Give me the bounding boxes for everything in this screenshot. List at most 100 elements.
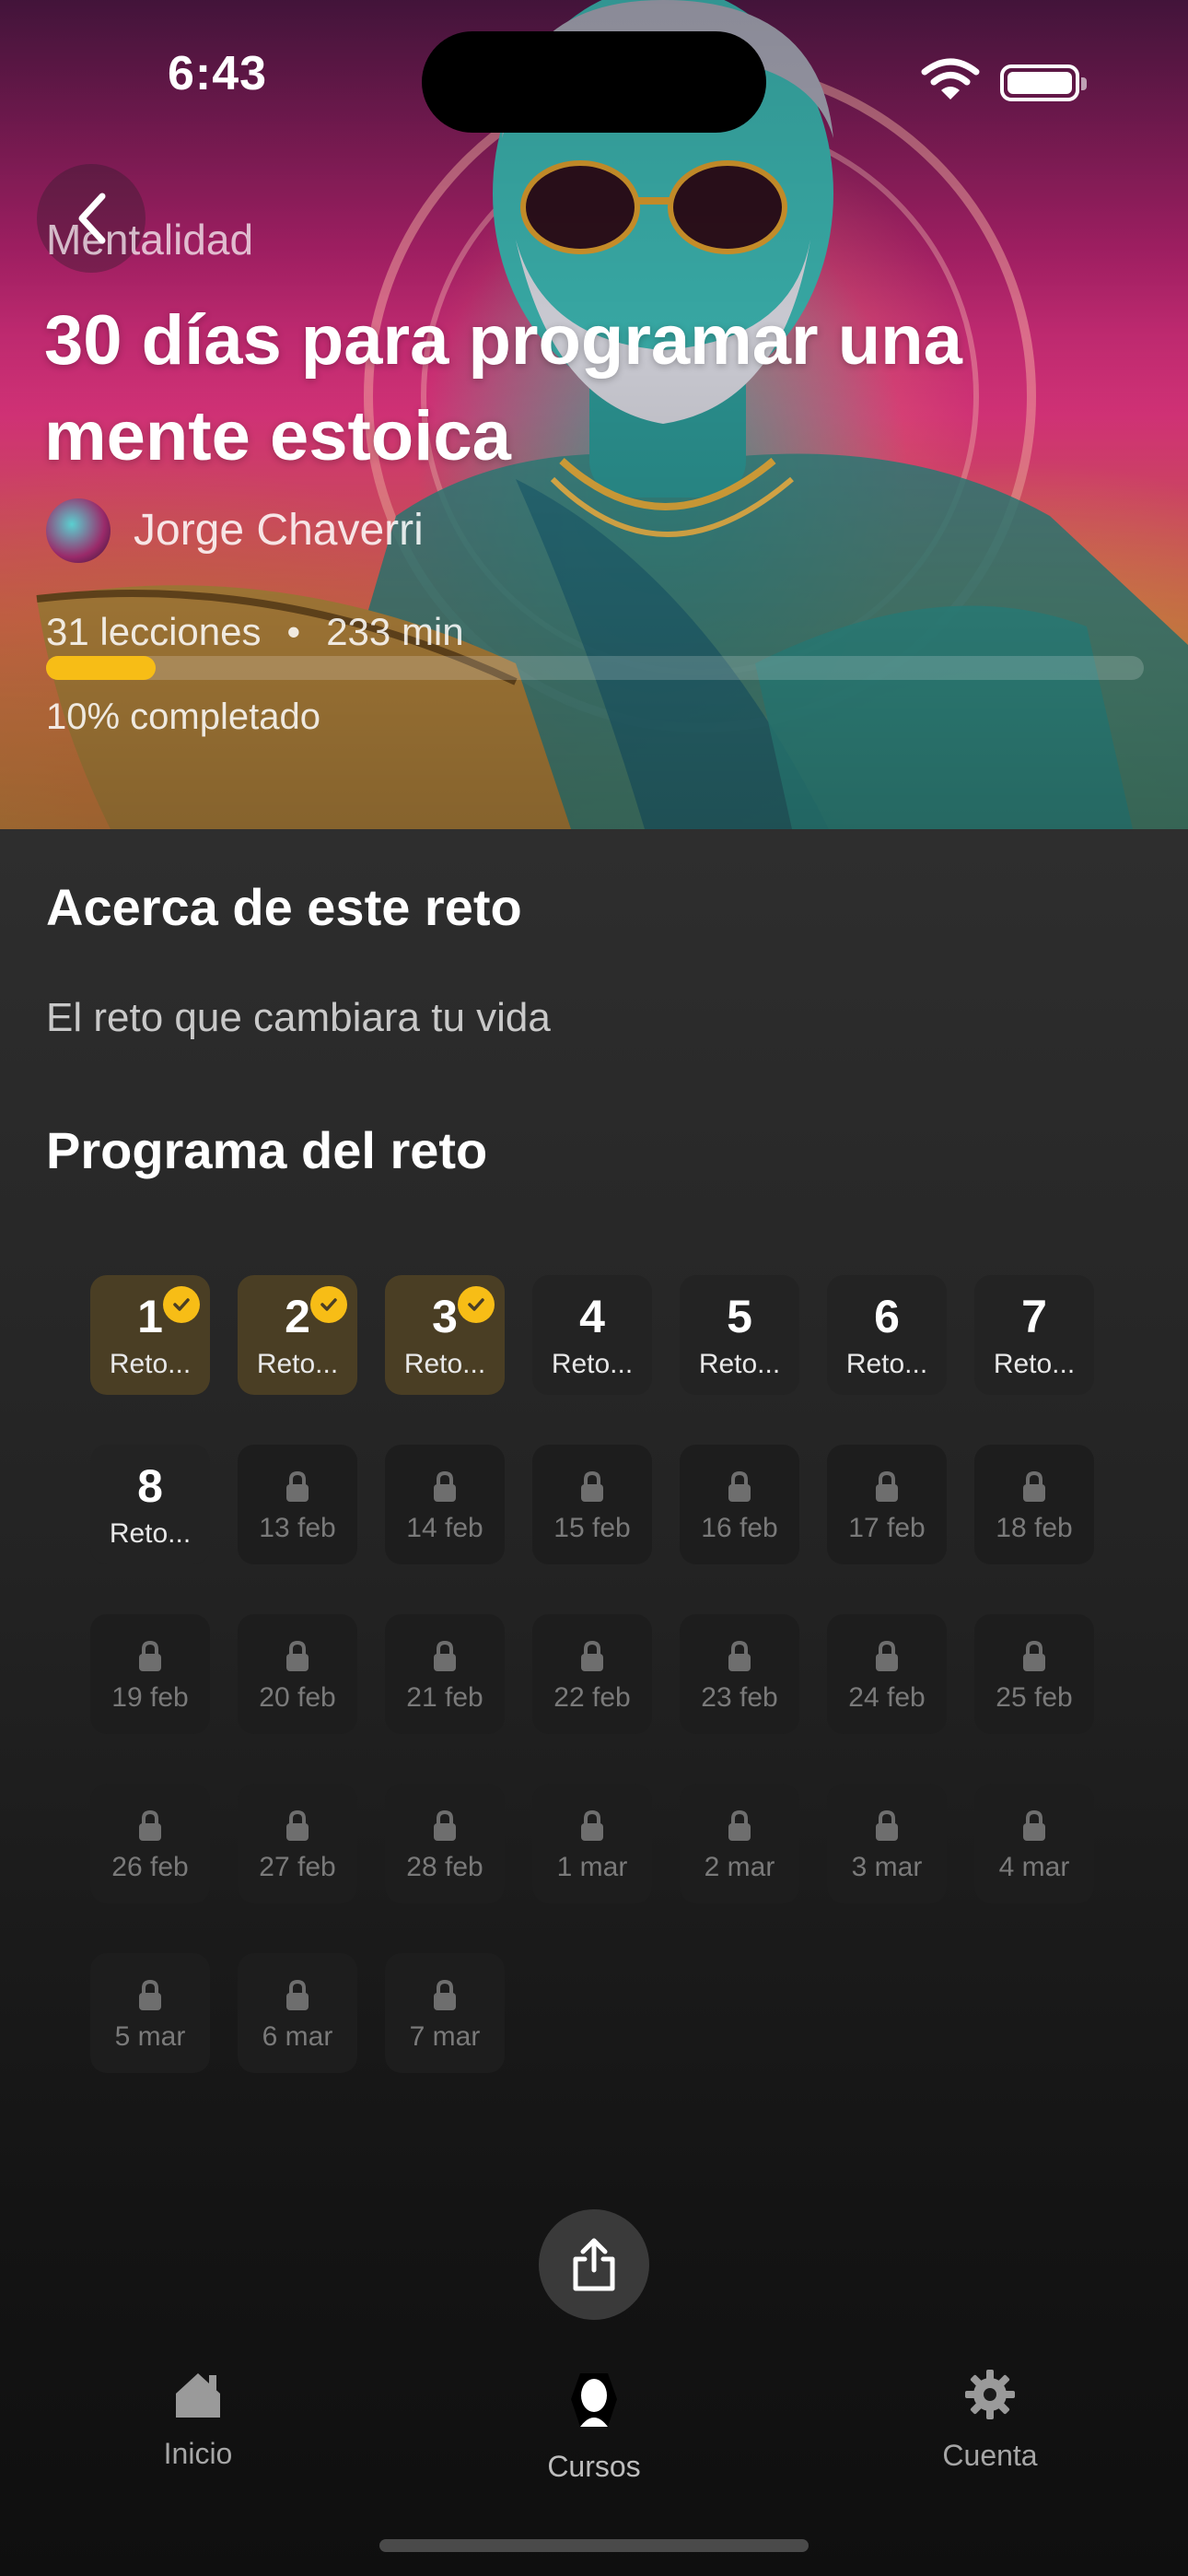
- gear-icon: [965, 2370, 1015, 2419]
- day-date: 23 feb: [701, 1682, 778, 1713]
- lock-icon: [434, 1809, 456, 1841]
- day-tile[interactable]: 2 Reto...: [238, 1275, 357, 1395]
- hero-banner: 6:43 Mentalidad 30 días para programar u…: [0, 0, 1188, 829]
- wifi-icon: [921, 58, 980, 100]
- day-date: 5 mar: [114, 2021, 186, 2052]
- lock-icon: [581, 1640, 603, 1671]
- day-date: 6 mar: [262, 2021, 333, 2052]
- day-date: 21 feb: [406, 1682, 483, 1713]
- tab-cursos[interactable]: Cursos: [474, 2368, 714, 2484]
- day-label: Reto...: [403, 1349, 486, 1379]
- day-label: Reto...: [698, 1349, 781, 1379]
- day-tile: 13 feb: [238, 1445, 357, 1564]
- lock-icon: [434, 1640, 456, 1671]
- day-number: 8: [137, 1460, 163, 1512]
- day-tile: 4 mar: [974, 1784, 1094, 1903]
- day-tile[interactable]: 8 Reto...: [90, 1445, 210, 1564]
- author-avatar: [46, 498, 111, 563]
- stoic-head-icon: [571, 2373, 617, 2427]
- tab-inicio[interactable]: Inicio: [78, 2368, 318, 2471]
- day-number: 6: [874, 1291, 900, 1342]
- course-category: Mentalidad: [46, 216, 254, 263]
- check-icon: [310, 1286, 347, 1323]
- lock-icon: [139, 1809, 161, 1841]
- tab-label-inicio: Inicio: [163, 2437, 233, 2470]
- day-tile[interactable]: 4 Reto...: [532, 1275, 652, 1395]
- day-tile[interactable]: 6 Reto...: [827, 1275, 947, 1395]
- home-icon: [176, 2373, 220, 2418]
- lock-icon: [434, 1979, 456, 2010]
- day-tile: 14 feb: [385, 1445, 505, 1564]
- day-tile: 16 feb: [680, 1445, 799, 1564]
- day-tile: 1 mar: [532, 1784, 652, 1903]
- day-tile: 3 mar: [827, 1784, 947, 1903]
- tab-label-cuenta: Cuenta: [942, 2439, 1038, 2472]
- day-number: 5: [727, 1291, 752, 1342]
- day-tile: 22 feb: [532, 1614, 652, 1734]
- day-tile: 25 feb: [974, 1614, 1094, 1734]
- lock-icon: [728, 1640, 751, 1671]
- lock-icon: [728, 1470, 751, 1502]
- home-indicator: [379, 2539, 809, 2552]
- lock-icon: [1023, 1809, 1045, 1841]
- day-date: 13 feb: [259, 1513, 336, 1543]
- day-tile: 26 feb: [90, 1784, 210, 1903]
- lock-icon: [286, 1979, 309, 2010]
- day-tile: 15 feb: [532, 1445, 652, 1564]
- tab-cuenta[interactable]: Cuenta: [870, 2368, 1110, 2473]
- day-date: 3 mar: [851, 1852, 923, 1882]
- course-detail-screen: 6:43 Mentalidad 30 días para programar u…: [0, 0, 1188, 2576]
- lock-icon: [876, 1470, 898, 1502]
- day-date: 17 feb: [848, 1513, 926, 1543]
- day-tile: 18 feb: [974, 1445, 1094, 1564]
- day-tile[interactable]: 3 Reto...: [385, 1275, 505, 1395]
- share-button[interactable]: [539, 2209, 649, 2320]
- day-tile: 17 feb: [827, 1445, 947, 1564]
- day-date: 25 feb: [996, 1682, 1073, 1713]
- meta-separator: •: [286, 610, 301, 653]
- day-label: Reto...: [845, 1349, 928, 1379]
- lock-icon: [876, 1640, 898, 1671]
- day-tile: 21 feb: [385, 1614, 505, 1734]
- day-tile: 6 mar: [238, 1953, 357, 2073]
- check-icon: [163, 1286, 200, 1323]
- day-date: 22 feb: [553, 1682, 631, 1713]
- tab-label-cursos: Cursos: [547, 2450, 641, 2483]
- day-date: 7 mar: [409, 2021, 481, 2052]
- day-tile[interactable]: 1 Reto...: [90, 1275, 210, 1395]
- day-date: 15 feb: [553, 1513, 631, 1543]
- day-tile[interactable]: 5 Reto...: [680, 1275, 799, 1395]
- day-date: 18 feb: [996, 1513, 1073, 1543]
- program-title: Programa del reto: [46, 1121, 488, 1179]
- day-label: Reto...: [109, 1349, 192, 1379]
- day-tile: 2 mar: [680, 1784, 799, 1903]
- lock-icon: [286, 1470, 309, 1502]
- day-date: 20 feb: [259, 1682, 336, 1713]
- dynamic-island: [422, 31, 766, 133]
- day-date: 4 mar: [998, 1852, 1070, 1882]
- day-date: 16 feb: [701, 1513, 778, 1543]
- lock-icon: [581, 1470, 603, 1502]
- lock-icon: [876, 1809, 898, 1841]
- day-label: Reto...: [993, 1349, 1076, 1379]
- status-time: 6:43: [168, 47, 268, 100]
- day-tile: 24 feb: [827, 1614, 947, 1734]
- lock-icon: [581, 1809, 603, 1841]
- lock-icon: [728, 1809, 751, 1841]
- lock-icon: [139, 1979, 161, 2010]
- day-date: 27 feb: [259, 1852, 336, 1882]
- day-date: 1 mar: [556, 1852, 628, 1882]
- lock-icon: [286, 1640, 309, 1671]
- day-tile[interactable]: 7 Reto...: [974, 1275, 1094, 1395]
- day-number: 7: [1021, 1291, 1047, 1342]
- day-label: Reto...: [551, 1349, 634, 1379]
- day-tile: 20 feb: [238, 1614, 357, 1734]
- lock-icon: [434, 1470, 456, 1502]
- day-tile: 27 feb: [238, 1784, 357, 1903]
- check-icon: [458, 1286, 495, 1323]
- day-date: 2 mar: [704, 1852, 775, 1882]
- progress-label: 10% completado: [46, 697, 320, 737]
- day-date: 26 feb: [111, 1852, 189, 1882]
- day-date: 19 feb: [111, 1682, 189, 1713]
- about-title: Acerca de este reto: [46, 878, 522, 936]
